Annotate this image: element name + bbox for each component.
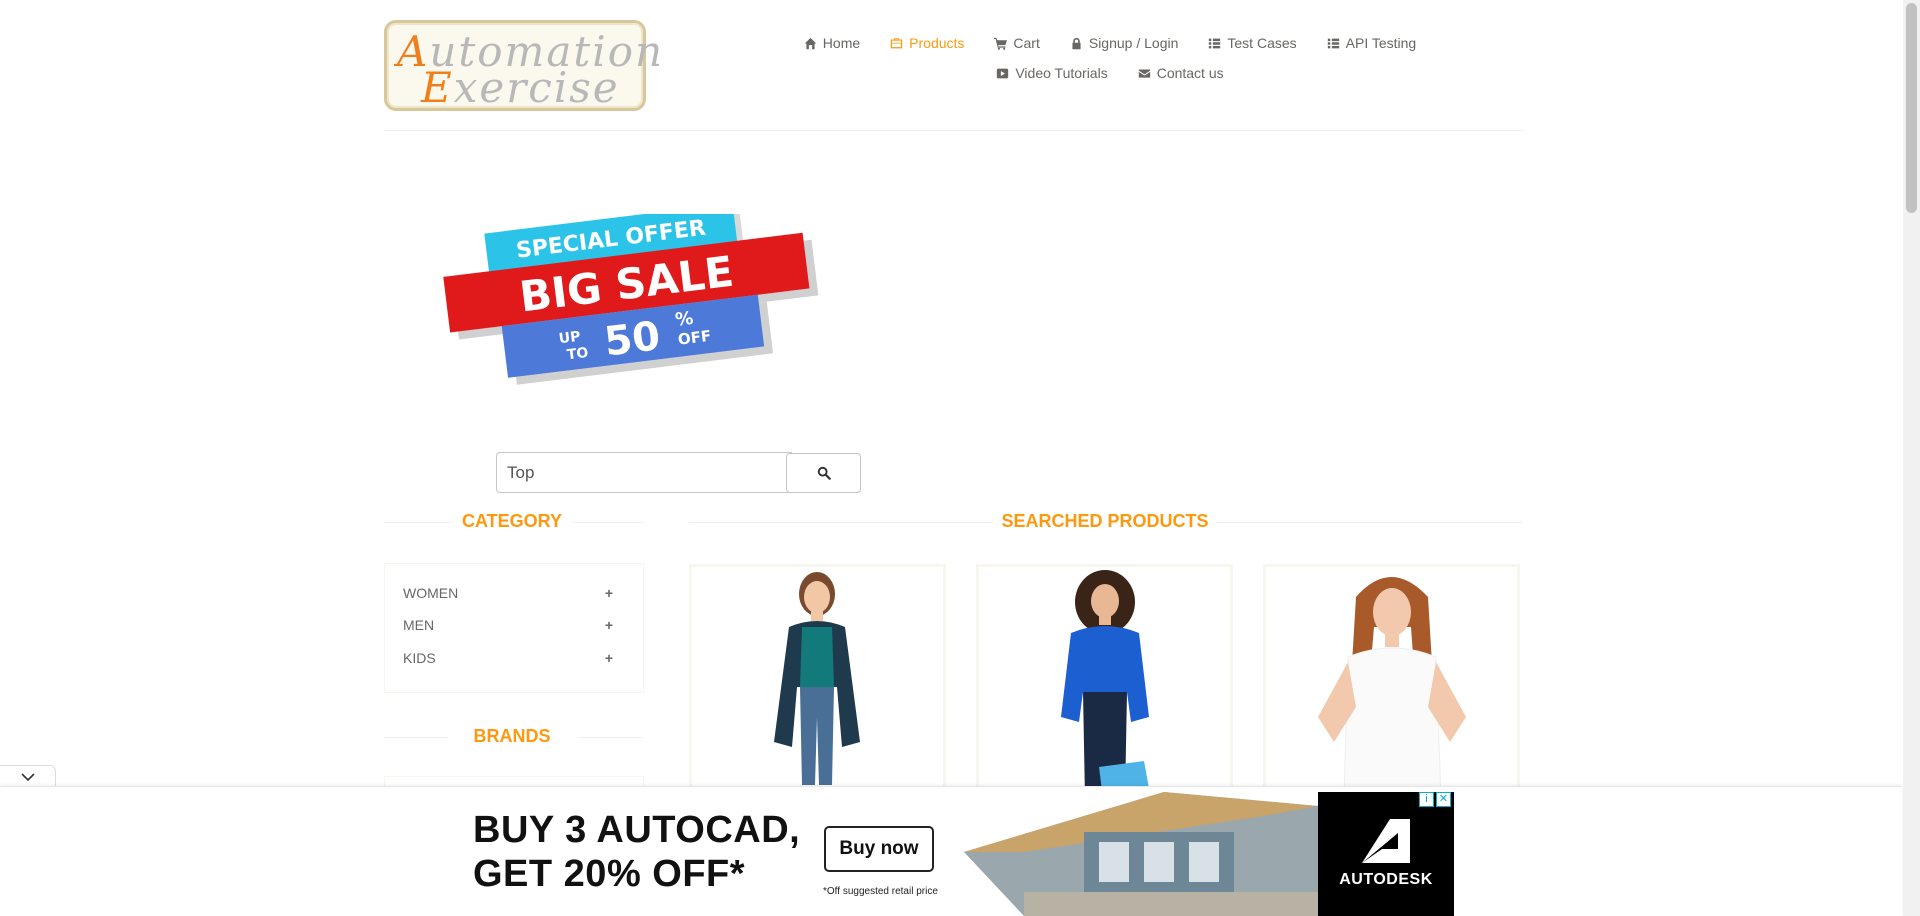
envelope-icon	[1138, 68, 1150, 78]
brands-title: BRANDS	[473, 726, 551, 746]
nav-video-tutorials-label: Video Tutorials	[1015, 65, 1108, 81]
category-women-label: WOMEN	[403, 585, 459, 601]
cart-icon	[994, 37, 1008, 50]
autodesk-brand-name: AUTODESK	[1339, 871, 1433, 888]
product-card[interactable]	[1263, 564, 1520, 796]
page: Automation Exercise Home Products Cart S…	[0, 0, 1920, 916]
youtube-icon	[997, 68, 1009, 78]
lock-icon	[1072, 37, 1081, 49]
search-icon	[817, 466, 831, 480]
ad-headline-line-2: GET 20% OFF*	[473, 853, 746, 895]
nav-contact-us-label: Contact us	[1156, 65, 1224, 81]
banner-percent-sign: %	[674, 308, 694, 331]
nav-products[interactable]: Products	[875, 35, 979, 51]
autodesk-brand-panel: AUTODESK	[1318, 792, 1454, 916]
nav-cart-label: Cart	[1013, 35, 1040, 51]
main-nav: Home Products Cart Signup / Login Test C…	[780, 28, 1440, 88]
search-button[interactable]	[786, 453, 861, 493]
nav-signup-login-label: Signup / Login	[1088, 35, 1179, 51]
nav-home[interactable]: Home	[789, 35, 875, 51]
ad-fine-print: *Off suggested retail price	[823, 886, 938, 897]
plus-icon[interactable]: +	[605, 585, 613, 601]
list-icon	[1327, 38, 1339, 48]
banner-up: UP	[558, 329, 581, 348]
searched-products-title: SEARCHED PRODUCTS	[1001, 511, 1209, 531]
product-image	[774, 572, 860, 785]
category-men-label: MEN	[403, 617, 435, 633]
sale-banner: SPECIAL OFFER BIG SALE UP TO 50 % OFF	[443, 214, 819, 385]
chevron-down-icon	[20, 772, 35, 781]
ad-building-image	[964, 792, 1318, 916]
autocad-ad[interactable]: BUY 3 AUTOCAD, GET 20% OFF* Buy now *Off…	[449, 792, 1454, 916]
nav-video-tutorials[interactable]: Video Tutorials	[981, 65, 1122, 81]
brands-title-line-left	[384, 737, 448, 738]
product-card[interactable]	[689, 564, 946, 796]
products-title-line-left	[689, 522, 994, 523]
ad-headline: BUY 3 AUTOCAD, GET 20% OFF*	[473, 808, 800, 896]
plus-icon[interactable]: +	[605, 650, 613, 666]
nav-products-label: Products	[909, 35, 965, 51]
nav-signup-login[interactable]: Signup / Login	[1055, 35, 1194, 51]
category-panel: WOMEN + MEN + KIDS +	[384, 563, 644, 693]
scrollbar-thumb[interactable]	[1906, 3, 1917, 213]
products-title-line-right	[1216, 522, 1522, 523]
nav-home-label: Home	[822, 35, 861, 51]
autodesk-logo-icon	[1362, 819, 1410, 863]
ad-buy-now-button[interactable]: Buy now	[824, 826, 934, 872]
plus-icon[interactable]: +	[605, 617, 613, 633]
product-image	[1061, 570, 1151, 796]
nav-contact-us[interactable]: Contact us	[1123, 65, 1239, 81]
header-divider	[384, 130, 1524, 131]
logo-line-2: Exercise	[421, 63, 620, 112]
brands-title-line-right	[578, 737, 644, 738]
category-men[interactable]: MEN +	[403, 617, 613, 633]
banner-to: TO	[566, 345, 589, 364]
list-icon	[1209, 38, 1221, 48]
site-logo[interactable]: Automation Exercise	[384, 20, 662, 112]
ad-close-icon[interactable]: ✕	[1436, 792, 1451, 807]
search-input[interactable]: Top	[496, 452, 792, 493]
ad-controls: i ✕	[1419, 792, 1451, 807]
category-title-line-right	[572, 522, 644, 523]
ad-headline-line-1: BUY 3 AUTOCAD,	[473, 809, 801, 851]
category-title-line-left	[384, 522, 452, 523]
banner-percent: 50	[602, 313, 663, 365]
search-input-value: Top	[507, 462, 535, 482]
product-image	[1318, 577, 1466, 796]
ad-info-icon[interactable]: i	[1419, 792, 1434, 807]
ad-collapse-button[interactable]	[0, 765, 56, 787]
category-title: CATEGORY	[461, 511, 562, 531]
nav-api-testing[interactable]: API Testing	[1312, 35, 1432, 51]
nav-test-cases[interactable]: Test Cases	[1193, 35, 1311, 51]
briefcase-icon	[890, 37, 903, 48]
category-women[interactable]: WOMEN +	[403, 585, 613, 601]
home-icon	[804, 37, 816, 49]
category-kids[interactable]: KIDS +	[403, 650, 613, 666]
page-scrollbar[interactable]	[1903, 0, 1920, 916]
nav-api-testing-label: API Testing	[1345, 35, 1417, 51]
nav-cart[interactable]: Cart	[979, 35, 1054, 51]
category-kids-label: KIDS	[403, 650, 436, 666]
nav-test-cases-label: Test Cases	[1227, 35, 1297, 51]
product-card[interactable]	[976, 564, 1233, 796]
